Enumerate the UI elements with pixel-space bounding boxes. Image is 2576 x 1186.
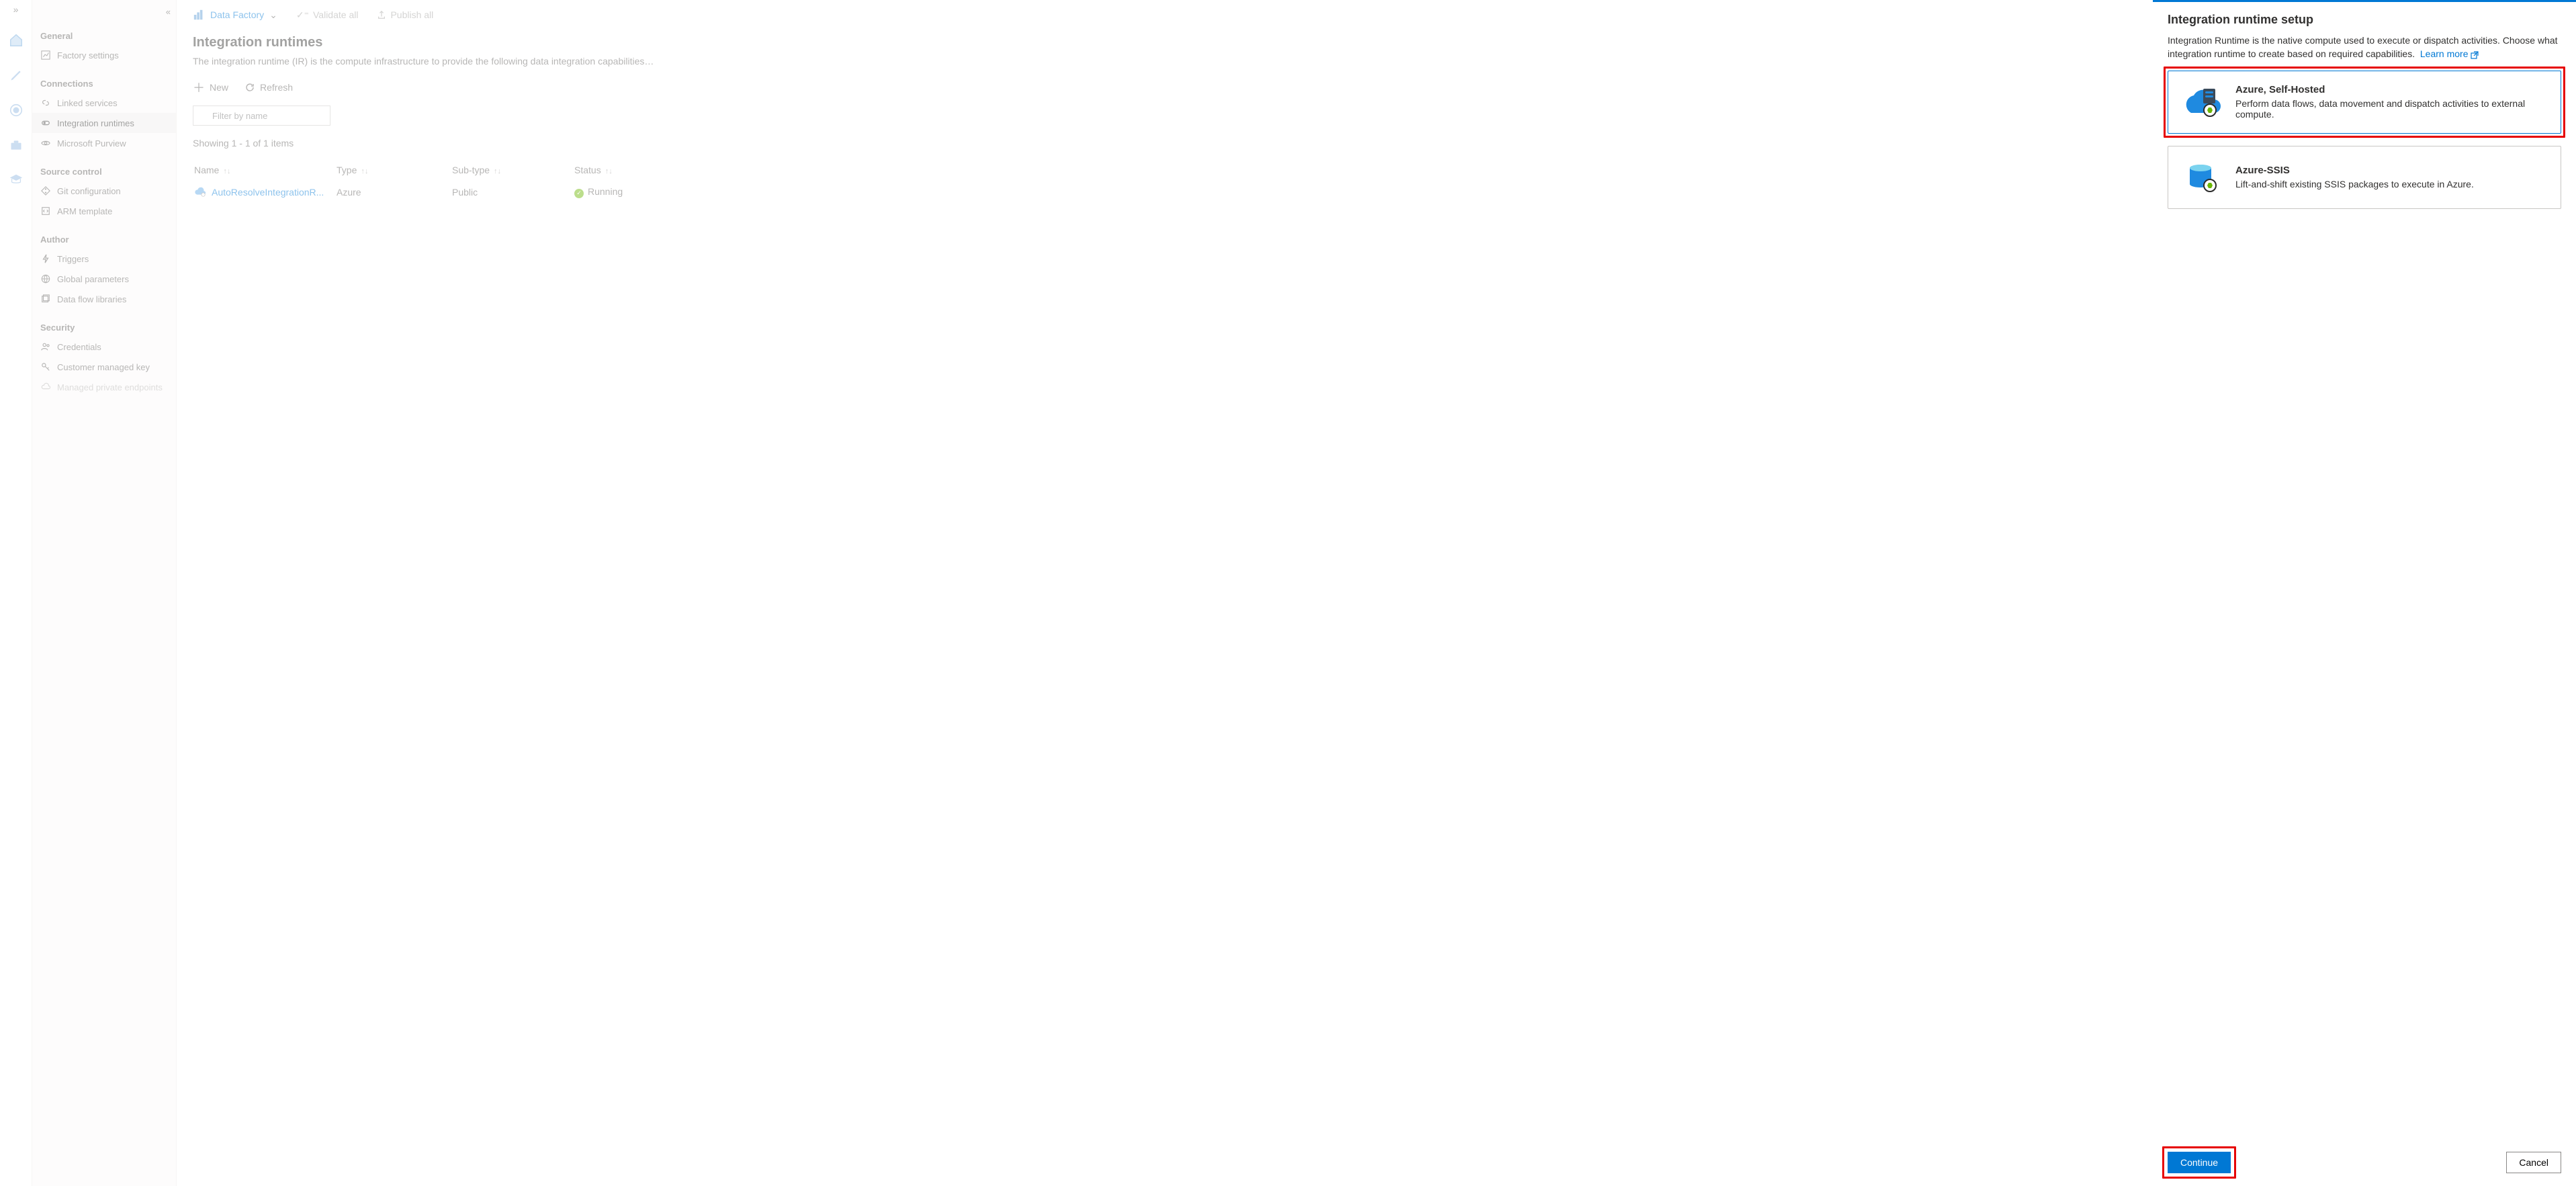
left-icon-rail: » <box>0 0 32 1186</box>
sidebar-item-credentials[interactable]: Credentials <box>32 337 176 357</box>
manage-sidebar: « General Factory settings Connections L… <box>32 0 177 1186</box>
sidebar-item-customer-managed-key[interactable]: Customer managed key <box>32 357 176 377</box>
sidebar-item-dataflow-libraries[interactable]: Data flow libraries <box>32 289 176 309</box>
sidebar-section-source-control: Source control <box>32 153 176 181</box>
integration-runtime-setup-panel: Integration runtime setup Integration Ru… <box>2153 0 2576 1186</box>
sidebar-item-label: Customer managed key <box>57 362 150 372</box>
sidebar-item-arm-template[interactable]: ARM template <box>32 201 176 221</box>
trigger-icon <box>40 253 51 264</box>
card-azure-ssis[interactable]: Azure-SSIS Lift-and-shift existing SSIS … <box>2168 146 2561 209</box>
link-icon <box>40 97 51 108</box>
library-icon <box>40 294 51 304</box>
card-subtitle: Perform data flows, data movement and di… <box>2235 98 2546 120</box>
brand-label: Data Factory <box>210 9 264 20</box>
sidebar-item-label: Factory settings <box>57 50 119 60</box>
sort-icon: ↑↓ <box>361 167 368 175</box>
card-title: Azure, Self-Hosted <box>2235 84 2546 95</box>
sidebar-item-label: Triggers <box>57 254 89 264</box>
sidebar-item-label: Linked services <box>57 98 118 108</box>
cloud-azure-icon <box>194 186 206 198</box>
data-factory-icon <box>193 9 205 21</box>
panel-description: Integration Runtime is the native comput… <box>2168 34 2561 61</box>
sidebar-item-label: Global parameters <box>57 274 129 284</box>
card-azure-self-hosted[interactable]: Azure, Self-Hosted Perform data flows, d… <box>2168 71 2561 134</box>
sidebar-item-global-parameters[interactable]: Global parameters <box>32 269 176 289</box>
sidebar-section-connections: Connections <box>32 65 176 93</box>
sidebar-item-label: Data flow libraries <box>57 294 126 304</box>
sidebar-item-factory-settings[interactable]: Factory settings <box>32 45 176 65</box>
template-icon <box>40 206 51 216</box>
sidebar-item-managed-private-endpoints: Managed private endpoints <box>32 377 176 397</box>
chevron-down-icon: ⌄ <box>269 9 277 21</box>
validate-label: Validate all <box>313 9 358 20</box>
home-icon[interactable] <box>7 31 26 50</box>
sort-icon: ↑↓ <box>494 167 501 175</box>
sidebar-item-label: Credentials <box>57 342 101 352</box>
panel-title: Integration runtime setup <box>2168 13 2561 27</box>
card-subtitle: Lift-and-shift existing SSIS packages to… <box>2235 179 2474 189</box>
col-name[interactable]: Name↑↓ <box>194 159 335 181</box>
publish-label: Publish all <box>390 9 433 20</box>
git-icon <box>40 185 51 196</box>
toolbox-icon[interactable] <box>7 136 26 155</box>
col-subtype[interactable]: Sub-type↑↓ <box>452 159 573 181</box>
sidebar-item-integration-runtimes[interactable]: Integration runtimes <box>32 113 176 133</box>
pencil-icon[interactable] <box>7 66 26 85</box>
row-subtype: Public <box>452 182 573 202</box>
azure-ssis-icon <box>2183 159 2221 196</box>
refresh-label: Refresh <box>260 82 293 93</box>
sidebar-item-label: ARM template <box>57 206 112 216</box>
brand-dropdown[interactable]: Data Factory ⌄ <box>193 9 277 21</box>
check-icon: ✓⁼ <box>296 9 309 21</box>
sidebar-section-general: General <box>32 4 176 45</box>
sidebar-item-triggers[interactable]: Triggers <box>32 249 176 269</box>
sort-icon: ↑↓ <box>223 167 230 175</box>
key-icon <box>40 362 51 372</box>
sidebar-item-git-configuration[interactable]: Git configuration <box>32 181 176 201</box>
azure-self-hosted-icon <box>2183 83 2221 121</box>
card-title: Azure-SSIS <box>2235 165 2474 176</box>
col-type[interactable]: Type↑↓ <box>337 159 451 181</box>
continue-button[interactable]: Continue <box>2168 1152 2231 1173</box>
sidebar-item-microsoft-purview[interactable]: Microsoft Purview <box>32 133 176 153</box>
globe-icon <box>40 273 51 284</box>
plus-icon: ＋ <box>193 79 205 96</box>
sidebar-item-label: Git configuration <box>57 186 121 196</box>
status-ok-icon: ✓ <box>574 189 584 198</box>
row-status: Running <box>588 186 623 197</box>
row-type: Azure <box>337 182 451 202</box>
new-button[interactable]: ＋ New <box>193 79 228 96</box>
sidebar-item-linked-services[interactable]: Linked services <box>32 93 176 113</box>
graduation-icon[interactable] <box>7 171 26 189</box>
external-link-icon <box>2471 51 2479 59</box>
chart-icon <box>40 50 51 60</box>
cloud-lock-icon <box>40 382 51 392</box>
sort-icon: ↑↓ <box>605 167 613 175</box>
cancel-button[interactable]: Cancel <box>2506 1152 2561 1173</box>
collapse-sidebar-icon[interactable]: « <box>166 7 171 17</box>
sidebar-section-security: Security <box>32 309 176 337</box>
runtime-icon <box>40 118 51 128</box>
sidebar-item-label: Microsoft Purview <box>57 138 126 149</box>
monitor-icon[interactable] <box>7 101 26 120</box>
filter-input[interactable] <box>193 105 330 126</box>
eye-icon <box>40 138 51 149</box>
sidebar-item-label: Managed private endpoints <box>57 382 163 392</box>
publish-all-button[interactable]: Publish all <box>377 9 433 20</box>
refresh-button[interactable]: Refresh <box>245 79 293 96</box>
validate-all-button[interactable]: ✓⁼ Validate all <box>296 9 359 21</box>
sidebar-item-label: Integration runtimes <box>57 118 134 128</box>
people-icon <box>40 341 51 352</box>
sidebar-section-author: Author <box>32 221 176 249</box>
learn-more-link[interactable]: Learn more <box>2420 48 2479 59</box>
refresh-icon <box>245 82 255 93</box>
row-name: AutoResolveIntegrationR... <box>212 187 324 198</box>
new-label: New <box>210 82 228 93</box>
upload-icon <box>377 10 386 19</box>
expand-rail-icon[interactable]: » <box>13 4 19 15</box>
